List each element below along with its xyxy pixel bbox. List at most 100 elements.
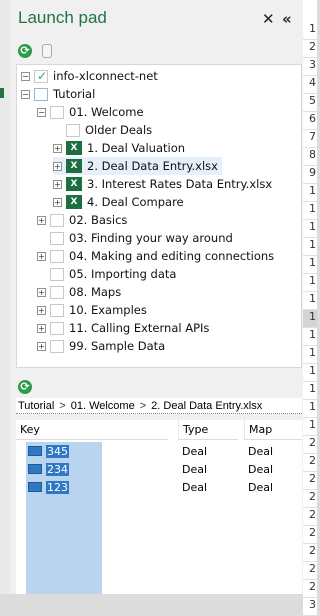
row-number[interactable]: 3 (303, 58, 317, 76)
row-number[interactable]: 1 (303, 364, 317, 382)
expand-toggle-icon[interactable]: + (53, 179, 62, 189)
folder-icon (50, 231, 64, 245)
expand-toggle-icon[interactable]: + (37, 287, 46, 297)
column-header-type[interactable]: Type (178, 420, 238, 440)
row-number[interactable]: 1 (303, 418, 317, 436)
expand-toggle-icon[interactable]: + (53, 143, 62, 153)
tree-node-deal-data-entry[interactable]: + X 2. Deal Data Entry.xlsx (53, 157, 222, 175)
breadcrumb-item[interactable]: 01. Welcome (71, 400, 135, 412)
map-cell: Deal (248, 463, 274, 476)
tree-node-basics[interactable]: + 02. Basics (37, 211, 127, 229)
row-number[interactable]: 9 (303, 166, 317, 184)
collapse-toggle-icon[interactable]: − (21, 89, 30, 99)
row-number[interactable]: 1 (303, 292, 317, 310)
expand-toggle-icon[interactable]: + (53, 197, 62, 207)
column-header-key[interactable]: Key (16, 420, 168, 440)
map-cell: Deal (248, 445, 274, 458)
expand-toggle-icon[interactable]: + (37, 323, 46, 333)
row-number[interactable]: 2 (303, 580, 317, 598)
tree-node-label: 11. Calling External APIs (69, 321, 210, 335)
refresh-icon[interactable]: ⟳ (18, 44, 32, 58)
tree-node-maps[interactable]: + 08. Maps (37, 283, 121, 301)
collapse-panel-icon[interactable]: « (282, 10, 292, 28)
refresh-icon[interactable]: ⟳ (18, 380, 32, 394)
breadcrumb-separator: > (139, 399, 147, 412)
column-header-map[interactable]: Map (244, 420, 302, 440)
row-number[interactable]: 1 (303, 328, 317, 346)
key-cell: 123 (46, 480, 69, 494)
tree-node-label: 08. Maps (69, 285, 122, 299)
mail-icon (28, 446, 42, 456)
excel-file-icon: X (66, 141, 82, 155)
tree-node-label: 2. Deal Data Entry.xlsx (87, 159, 218, 173)
expand-toggle-icon[interactable]: + (53, 161, 62, 171)
row-number[interactable]: 2 (303, 562, 317, 580)
row-number[interactable]: 3 (303, 598, 317, 616)
tree-node-connections[interactable]: + 04. Making and editing connections (37, 247, 274, 265)
row-number[interactable]: 2 (303, 526, 317, 544)
tree-node-external-apis[interactable]: + 11. Calling External APIs (37, 319, 209, 337)
tree-node-importing-data[interactable]: 05. Importing data (37, 265, 176, 283)
row-number[interactable]: 1 (303, 184, 317, 202)
row-number[interactable]: 2 (303, 436, 317, 454)
row-number[interactable]: 1 (303, 400, 317, 418)
tree-node-welcome[interactable]: − 01. Welcome (37, 103, 144, 121)
row-number[interactable]: 2 (303, 40, 317, 58)
tree-node-label: 03. Finding your way around (69, 231, 233, 245)
tree-node-label: 1. Deal Valuation (87, 141, 186, 155)
tree-node-finding-your-way[interactable]: 03. Finding your way around (37, 229, 233, 247)
table-row[interactable]: 234 (28, 460, 69, 478)
collapse-toggle-icon[interactable]: − (21, 71, 30, 81)
tree-node-examples[interactable]: + 10. Examples (37, 301, 147, 319)
row-number[interactable]: 1 (303, 310, 317, 328)
expand-toggle-icon[interactable]: + (37, 341, 46, 351)
edge-marker (0, 88, 4, 98)
row-number[interactable]: 2 (303, 508, 317, 526)
expand-toggle-icon[interactable]: + (37, 305, 46, 315)
row-number[interactable]: 1 (303, 22, 317, 40)
tree-node-info-xlconnect[interactable]: − info-xlconnect-net (21, 67, 158, 85)
table-row[interactable]: 345 (28, 442, 69, 460)
row-number[interactable]: 5 (303, 94, 317, 112)
tree-node-tutorial[interactable]: − Tutorial (21, 85, 95, 103)
row-number[interactable]: 4 (303, 76, 317, 94)
database-icon[interactable] (42, 44, 52, 58)
folder-icon (50, 339, 64, 353)
type-cell: Deal (182, 481, 208, 494)
type-cell: Deal (182, 463, 208, 476)
row-number[interactable]: 2 (303, 472, 317, 490)
excel-file-icon: X (66, 159, 82, 173)
row-number[interactable]: 2 (303, 490, 317, 508)
row-number[interactable]: 1 (303, 274, 317, 292)
tree-node-deal-compare[interactable]: + X 4. Deal Compare (53, 193, 184, 211)
breadcrumb-item[interactable]: 2. Deal Data Entry.xlsx (151, 400, 262, 412)
close-icon[interactable]: ✕ (262, 10, 275, 28)
row-number[interactable]: 1 (303, 220, 317, 238)
folder-icon (50, 249, 64, 263)
key-cell: 345 (46, 444, 69, 458)
table-row[interactable]: 123 (28, 478, 69, 496)
row-number[interactable]: 1 (303, 346, 317, 364)
row-number[interactable]: 1 (303, 382, 317, 400)
tree-node-interest-rates[interactable]: + X 3. Interest Rates Data Entry.xlsx (53, 175, 272, 193)
row-number[interactable]: 1 (303, 238, 317, 256)
row-number[interactable]: 7 (303, 130, 317, 148)
expand-toggle-icon[interactable]: + (37, 251, 46, 261)
tree-node-deal-valuation[interactable]: + X 1. Deal Valuation (53, 139, 185, 157)
row-number[interactable]: 6 (303, 112, 317, 130)
collapse-toggle-icon[interactable]: − (37, 107, 46, 117)
breadcrumb-item[interactable]: Tutorial (18, 400, 54, 412)
tree-node-label: 05. Importing data (69, 267, 177, 281)
folder-icon (50, 105, 64, 119)
detail-grid: Key Type Map 345 Deal Deal 234 Deal Deal… (16, 420, 302, 594)
tree-node-older-deals[interactable]: Older Deals (53, 121, 152, 139)
row-number[interactable]: 8 (303, 148, 317, 166)
row-number[interactable]: 2 (303, 544, 317, 562)
sheet-row-headers: 123456789111111111111112222222223 (303, 0, 317, 616)
tree-node-sample-data[interactable]: + 99. Sample Data (37, 337, 165, 355)
folder-icon (50, 285, 64, 299)
expand-toggle-icon[interactable]: + (37, 215, 46, 225)
row-number[interactable]: 1 (303, 202, 317, 220)
row-number[interactable]: 2 (303, 454, 317, 472)
row-number[interactable]: 1 (303, 256, 317, 274)
